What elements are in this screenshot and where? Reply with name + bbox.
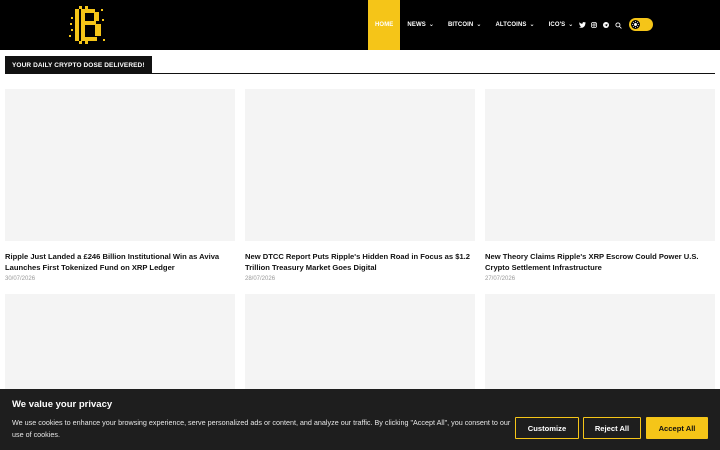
post-card[interactable]: New DTCC Report Puts Ripple's Hidden Roa… bbox=[245, 89, 475, 282]
telegram-icon[interactable] bbox=[602, 18, 610, 32]
post-date: 27/07/2026 bbox=[485, 276, 516, 282]
nav-item-label: ALTCOINS bbox=[495, 22, 527, 28]
sun-icon bbox=[631, 20, 640, 29]
nav-item-label: NEWS bbox=[407, 22, 426, 28]
cookie-banner: We value your privacy We use cookies to … bbox=[0, 389, 720, 450]
site-logo[interactable] bbox=[68, 5, 106, 45]
cookie-title: We value your privacy bbox=[12, 399, 113, 410]
chevron-down-icon: ⌄ bbox=[428, 21, 434, 28]
post-date: 30/07/2026 bbox=[5, 276, 36, 282]
header-icons bbox=[578, 18, 622, 32]
post-card[interactable]: Ripple Just Landed a £246 Billion Instit… bbox=[5, 89, 235, 282]
post-date: 28/07/2026 bbox=[245, 276, 276, 282]
nav-item-home[interactable]: HOME bbox=[368, 0, 401, 50]
accept-all-button[interactable]: Accept All bbox=[646, 417, 708, 439]
section-heading: YOUR DAILY CRYPTO DOSE DELIVERED! bbox=[5, 56, 152, 74]
nav-item-label: ICO'S bbox=[548, 22, 566, 28]
post-thumbnail[interactable] bbox=[245, 89, 475, 241]
site-header: HOME NEWS ⌄ BITCOIN ⌄ ALTCOINS ⌄ ICO'S ⌄ bbox=[0, 0, 720, 50]
main-nav: HOME NEWS ⌄ BITCOIN ⌄ ALTCOINS ⌄ ICO'S ⌄ bbox=[368, 0, 580, 50]
twitter-icon[interactable] bbox=[578, 18, 586, 32]
bitcoin-b-logo-icon bbox=[69, 6, 105, 44]
nav-item-bitcoin[interactable]: BITCOIN ⌄ bbox=[441, 0, 489, 50]
post-title[interactable]: New Theory Claims Ripple's XRP Escrow Co… bbox=[485, 251, 715, 273]
chevron-down-icon: ⌄ bbox=[529, 21, 535, 28]
nav-item-icos[interactable]: ICO'S ⌄ bbox=[542, 0, 581, 50]
post-title[interactable]: New DTCC Report Puts Ripple's Hidden Roa… bbox=[245, 251, 475, 273]
post-thumbnail[interactable] bbox=[5, 89, 235, 241]
cookie-text: We use cookies to enhance your browsing … bbox=[12, 418, 511, 439]
post-card[interactable]: New Theory Claims Ripple's XRP Escrow Co… bbox=[485, 89, 715, 282]
nav-item-label: HOME bbox=[375, 22, 394, 28]
instagram-icon[interactable] bbox=[590, 18, 598, 32]
customize-button[interactable]: Customize bbox=[515, 417, 579, 439]
reject-all-button[interactable]: Reject All bbox=[583, 417, 641, 439]
chevron-down-icon: ⌄ bbox=[568, 21, 574, 28]
nav-item-altcoins[interactable]: ALTCOINS ⌄ bbox=[488, 0, 541, 50]
post-thumbnail[interactable] bbox=[485, 89, 715, 241]
nav-item-label: BITCOIN bbox=[447, 22, 474, 28]
chevron-down-icon: ⌄ bbox=[476, 21, 482, 28]
nav-item-news[interactable]: NEWS ⌄ bbox=[400, 0, 441, 50]
theme-toggle[interactable] bbox=[629, 18, 653, 31]
post-title[interactable]: Ripple Just Landed a £246 Billion Instit… bbox=[5, 251, 235, 273]
search-icon[interactable] bbox=[614, 18, 622, 32]
